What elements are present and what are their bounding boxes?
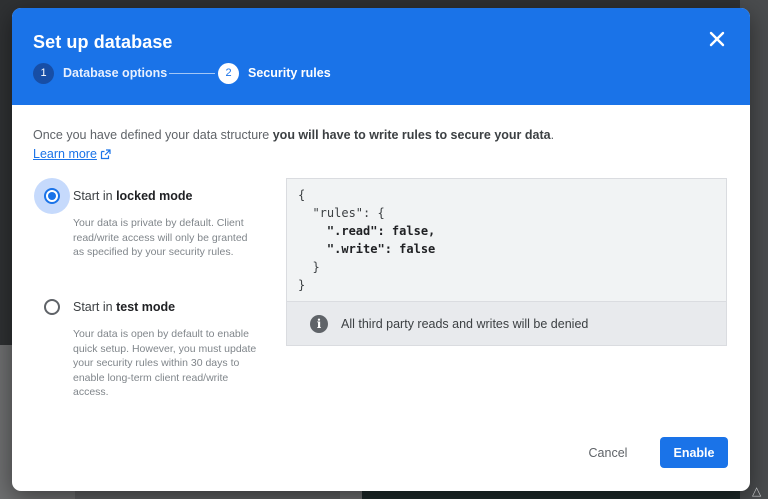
option-title: Start in locked mode: [73, 189, 193, 203]
cancel-button[interactable]: Cancel: [572, 438, 644, 468]
option-description: Your data is open by default to enable q…: [73, 328, 257, 398]
warning-icon: △: [752, 484, 762, 498]
external-link-icon: [100, 148, 111, 159]
step-database-options[interactable]: 1 Database options: [33, 62, 167, 84]
learn-more-link[interactable]: Learn more: [33, 147, 111, 161]
step-label: Security rules: [248, 66, 331, 80]
rules-code: { "rules": { ".read": false, ".write": f…: [298, 188, 436, 292]
radio-dot: [48, 192, 56, 200]
option-title: Start in test mode: [73, 300, 176, 314]
locked-mode-radio[interactable]: [34, 178, 70, 214]
dialog-title: Set up database: [33, 32, 173, 52]
dialog-header: Set up database 1 Database options 2 Sec…: [12, 8, 750, 105]
close-icon[interactable]: [706, 28, 728, 50]
security-rules-preview: { "rules": { ".read": false, ".write": f…: [286, 178, 727, 346]
step-security-rules[interactable]: 2 Security rules: [218, 62, 331, 84]
test-mode-radio[interactable]: [34, 289, 70, 325]
setup-database-dialog: Set up database 1 Database options 2 Sec…: [12, 8, 750, 491]
option-description: Your data is private by default. Client …: [73, 217, 248, 258]
step-number: 1: [33, 62, 54, 84]
step-label: Database options: [63, 66, 168, 80]
step-number: 2: [218, 62, 239, 84]
rules-info-banner: i All third party reads and writes will …: [287, 301, 726, 345]
info-text: All third party reads and writes will be…: [341, 317, 589, 331]
step-connector: [169, 73, 215, 74]
info-icon: i: [310, 315, 328, 333]
enable-button[interactable]: Enable: [660, 437, 728, 468]
intro-text: Once you have defined your data structur…: [33, 128, 555, 142]
